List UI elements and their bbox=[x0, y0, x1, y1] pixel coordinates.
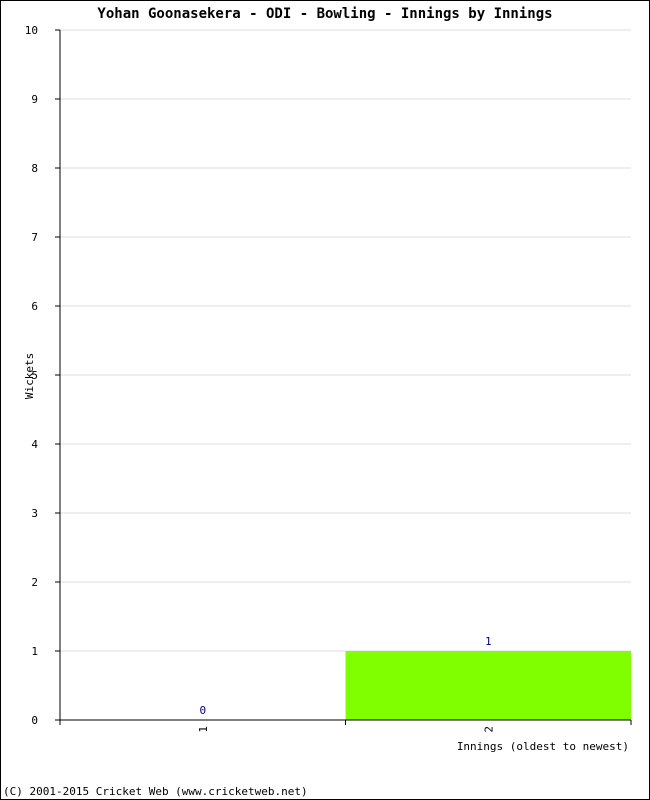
bars bbox=[345, 651, 631, 720]
y-tick-label: 10 bbox=[25, 24, 38, 37]
y-tick-label: 2 bbox=[31, 576, 38, 589]
y-axis-label: Wickets bbox=[23, 353, 36, 399]
y-tick-label: 9 bbox=[31, 93, 38, 106]
y-tick-label: 6 bbox=[31, 300, 38, 313]
copyright-footer: (C) 2001-2015 Cricket Web (www.cricketwe… bbox=[3, 785, 308, 798]
y-tick-label: 1 bbox=[31, 645, 38, 658]
axes bbox=[55, 29, 632, 725]
x-tick-label: 2 bbox=[482, 726, 495, 733]
x-axis-label: Innings (oldest to newest) bbox=[457, 740, 629, 753]
bar-chart: Yohan Goonasekera - ODI - Bowling - Inni… bbox=[3, 6, 632, 798]
x-tick-labels: 12 bbox=[197, 726, 496, 733]
y-tick-label: 8 bbox=[31, 162, 38, 175]
y-tick-label: 4 bbox=[31, 438, 38, 451]
data-label: 0 bbox=[199, 704, 206, 717]
y-tick-label: 7 bbox=[31, 231, 38, 244]
y-tick-label: 3 bbox=[31, 507, 38, 520]
bar bbox=[345, 651, 631, 720]
chart-title: Yohan Goonasekera - ODI - Bowling - Inni… bbox=[97, 6, 552, 22]
y-tick-label: 0 bbox=[31, 714, 38, 727]
data-label: 1 bbox=[485, 635, 492, 648]
x-tick-label: 1 bbox=[197, 726, 210, 733]
gridlines bbox=[60, 29, 631, 652]
